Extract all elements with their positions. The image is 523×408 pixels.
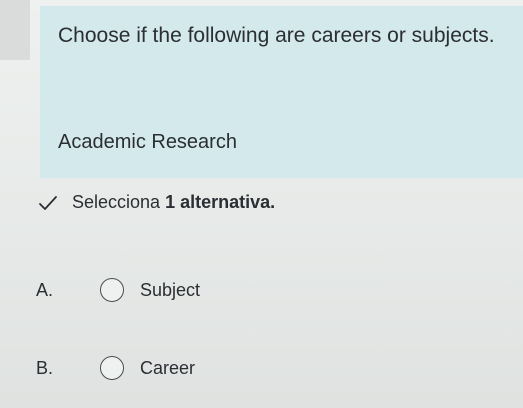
radio-button[interactable] bbox=[100, 356, 124, 380]
question-prompt: Academic Research bbox=[58, 131, 237, 153]
instruction-row: Selecciona 1 alternativa. bbox=[38, 192, 275, 213]
left-edge-panel bbox=[0, 0, 30, 60]
instruction-text: Selecciona 1 alternativa. bbox=[72, 192, 275, 213]
quiz-page: Choose if the following are careers or s… bbox=[0, 0, 523, 408]
radio-button[interactable] bbox=[100, 278, 124, 302]
option-letter: B. bbox=[36, 357, 54, 378]
instruction-count: 1 bbox=[165, 192, 176, 212]
instruction-suffix: alternativa. bbox=[175, 192, 276, 212]
check-icon bbox=[38, 193, 58, 213]
option-label: Career bbox=[140, 357, 196, 378]
option-label: Subject bbox=[140, 279, 201, 300]
instruction-prefix: Selecciona bbox=[72, 192, 166, 212]
option-letter: A. bbox=[36, 279, 54, 300]
option-a[interactable]: A. Subject bbox=[36, 278, 200, 302]
option-b[interactable]: B. Career bbox=[36, 356, 195, 380]
question-title: Choose if the following are careers or s… bbox=[58, 24, 495, 47]
